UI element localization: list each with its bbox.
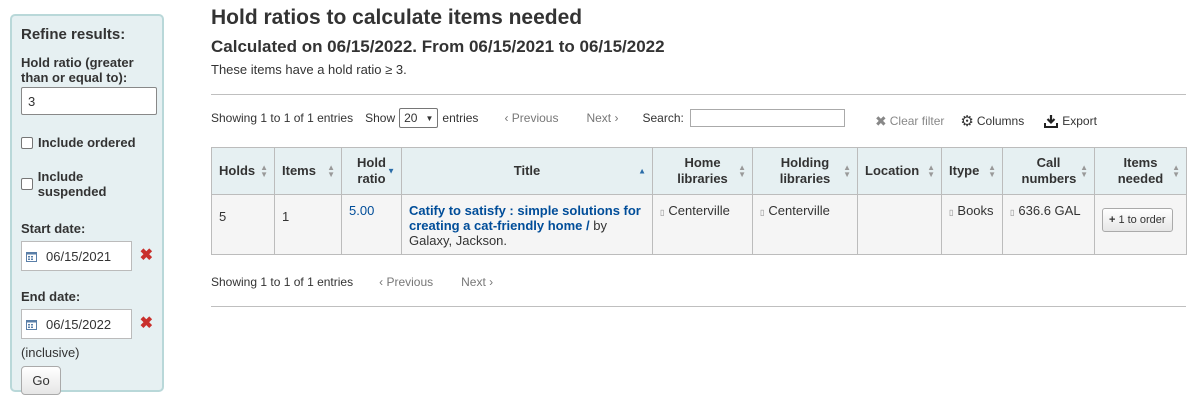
col-holding-libraries[interactable]: Holding libraries ▲ ▼ [752, 147, 858, 195]
entries-info-footer: Showing 1 to 1 of 1 entries [211, 275, 354, 289]
include-suspended-option[interactable]: Include suspended [21, 169, 153, 199]
author: Galaxy, Jackson. [409, 233, 508, 248]
col-home-libraries[interactable]: Home libraries ▲ ▼ [652, 147, 753, 195]
clear-end-date-icon[interactable]: ✖ [140, 316, 153, 332]
clear-start-date-icon[interactable]: ✖ [140, 248, 153, 264]
hold-ratio-label: Hold ratio (greater than or equal to): [21, 55, 134, 85]
sort-icon: ▲ ▼ [260, 163, 268, 179]
col-itype[interactable]: Itype ▲ ▼ [941, 147, 1003, 195]
start-date-input[interactable]: 06/15/2021 [21, 241, 132, 271]
show-label: Show [365, 111, 396, 125]
col-location[interactable]: Location ▲ ▼ [857, 147, 942, 195]
refine-sidebar: Refine results: Hold ratio (greater than… [10, 14, 164, 395]
calendar-icon [26, 251, 37, 262]
items-needed-cell: + 1 to order [1094, 194, 1187, 255]
col-items[interactable]: Items ▲ ▼ [274, 147, 342, 195]
search-label: Search: [642, 111, 684, 125]
start-date-value: 06/15/2021 [46, 248, 112, 264]
bullet-icon: ▯ [660, 208, 665, 217]
page-size-value: 20 [404, 111, 418, 125]
include-ordered-label: Include ordered [38, 135, 136, 150]
page-title: Hold ratios to calculate items needed [211, 6, 583, 29]
itype-cell: ▯ Books [941, 194, 1003, 255]
previous-button[interactable]: ‹ Previous [504, 111, 558, 125]
entries-label: entries [442, 111, 479, 125]
include-suspended-checkbox[interactable] [21, 178, 33, 190]
download-icon [1044, 114, 1059, 128]
sort-desc-icon: ▼ [387, 166, 395, 176]
search-input[interactable] [689, 109, 845, 127]
table-row: 5 1 5.00 Catify to satisfy : simple solu… [211, 194, 1187, 255]
include-suspended-label: Include suspended [37, 169, 107, 199]
end-date-label: End date: [21, 289, 81, 304]
next-button-footer[interactable]: Next › [461, 275, 493, 289]
hold-ratio-cell: 5.00 [341, 194, 402, 255]
chevron-down-icon: ▼ [425, 113, 434, 123]
chevron-right-icon: › [489, 275, 494, 289]
clear-filter-button[interactable]: ✖ Clear filter [875, 113, 944, 130]
end-date-input[interactable]: 06/15/2022 [21, 309, 132, 339]
close-icon: ✖ [875, 112, 887, 129]
plus-icon: + [1109, 213, 1116, 226]
call-number-cell: ▯ 636.6 GAL [1002, 194, 1095, 255]
previous-button-footer[interactable]: ‹ Previous [379, 275, 433, 289]
sidebar-heading: Refine results: [21, 26, 126, 43]
columns-button[interactable]: ⚙ Columns [960, 112, 1024, 130]
home-library-cell: ▯ Centerville [652, 194, 753, 255]
inclusive-note: (inclusive) [21, 345, 80, 360]
table-header-row: Holds ▲ ▼ Items ▲ ▼ Hold ratio ▼ Title ▲ Home … [211, 147, 1187, 195]
sort-icon: ▲ ▼ [1080, 163, 1088, 179]
add-to-order-button[interactable]: + 1 to order [1102, 208, 1173, 232]
include-ordered-option[interactable]: Include ordered [21, 135, 153, 150]
page-subtitle: Calculated on 06/15/2022. From 06/15/202… [211, 37, 665, 56]
location-cell [857, 194, 942, 255]
sort-asc-icon: ▲ [638, 166, 646, 176]
table-footer: Showing 1 to 1 of 1 entries ‹ Previous N… [211, 275, 493, 289]
start-date-label: Start date: [21, 221, 86, 236]
calendar-icon [26, 319, 37, 330]
bullet-icon: ▯ [1010, 208, 1015, 217]
include-ordered-checkbox[interactable] [21, 136, 33, 149]
next-button[interactable]: Next › [586, 111, 618, 125]
sort-icon: ▲ ▼ [1172, 163, 1180, 179]
hold-ratio-note: These items have a hold ratio ≥ 3. [211, 62, 407, 77]
sort-icon: ▲ ▼ [988, 163, 996, 179]
hold-ratio-link[interactable]: 5.00 [349, 203, 374, 218]
by-label: by [593, 218, 607, 233]
gear-icon: ⚙ [960, 113, 974, 130]
sort-icon: ▲ ▼ [927, 163, 935, 179]
chevron-left-icon: ‹ [504, 111, 509, 125]
table-toolbar: Showing 1 to 1 of 1 entries Show 20 ▼ en… [211, 108, 845, 128]
sort-icon: ▲ ▼ [843, 163, 851, 179]
end-date-value: 06/15/2022 [46, 316, 112, 332]
title-cell: Catify to satisfy : simple solutions for… [401, 194, 653, 255]
col-hold-ratio[interactable]: Hold ratio ▼ [341, 147, 402, 195]
entries-info: Showing 1 to 1 of 1 entries [211, 111, 354, 125]
chevron-left-icon: ‹ [379, 275, 384, 289]
divider [211, 94, 1186, 95]
page-size-select[interactable]: 20 ▼ [399, 108, 439, 128]
hold-ratio-input[interactable] [21, 87, 157, 115]
export-button[interactable]: Export [1044, 114, 1097, 128]
bullet-icon: ▯ [949, 208, 954, 217]
table-tools: ✖ Clear filter ⚙ Columns Export [875, 112, 1097, 131]
col-holds[interactable]: Holds ▲ ▼ [211, 147, 275, 195]
items-cell: 1 [274, 194, 342, 255]
col-title[interactable]: Title ▲ [401, 147, 653, 195]
sort-icon: ▲ ▼ [738, 163, 746, 179]
bullet-icon: ▯ [760, 208, 765, 217]
chevron-right-icon: › [614, 111, 619, 125]
go-button[interactable]: Go [21, 366, 61, 395]
sort-icon: ▲ ▼ [327, 163, 335, 179]
col-items-needed[interactable]: Items needed ▲ ▼ [1094, 147, 1187, 195]
divider [211, 306, 1186, 307]
col-call-numbers[interactable]: Call numbers ▲ ▼ [1002, 147, 1095, 195]
holds-cell: 5 [211, 194, 275, 255]
hold-ratios-table: Holds ▲ ▼ Items ▲ ▼ Hold ratio ▼ Title ▲ Home … [211, 147, 1187, 255]
holding-library-cell: ▯ Centerville [752, 194, 858, 255]
